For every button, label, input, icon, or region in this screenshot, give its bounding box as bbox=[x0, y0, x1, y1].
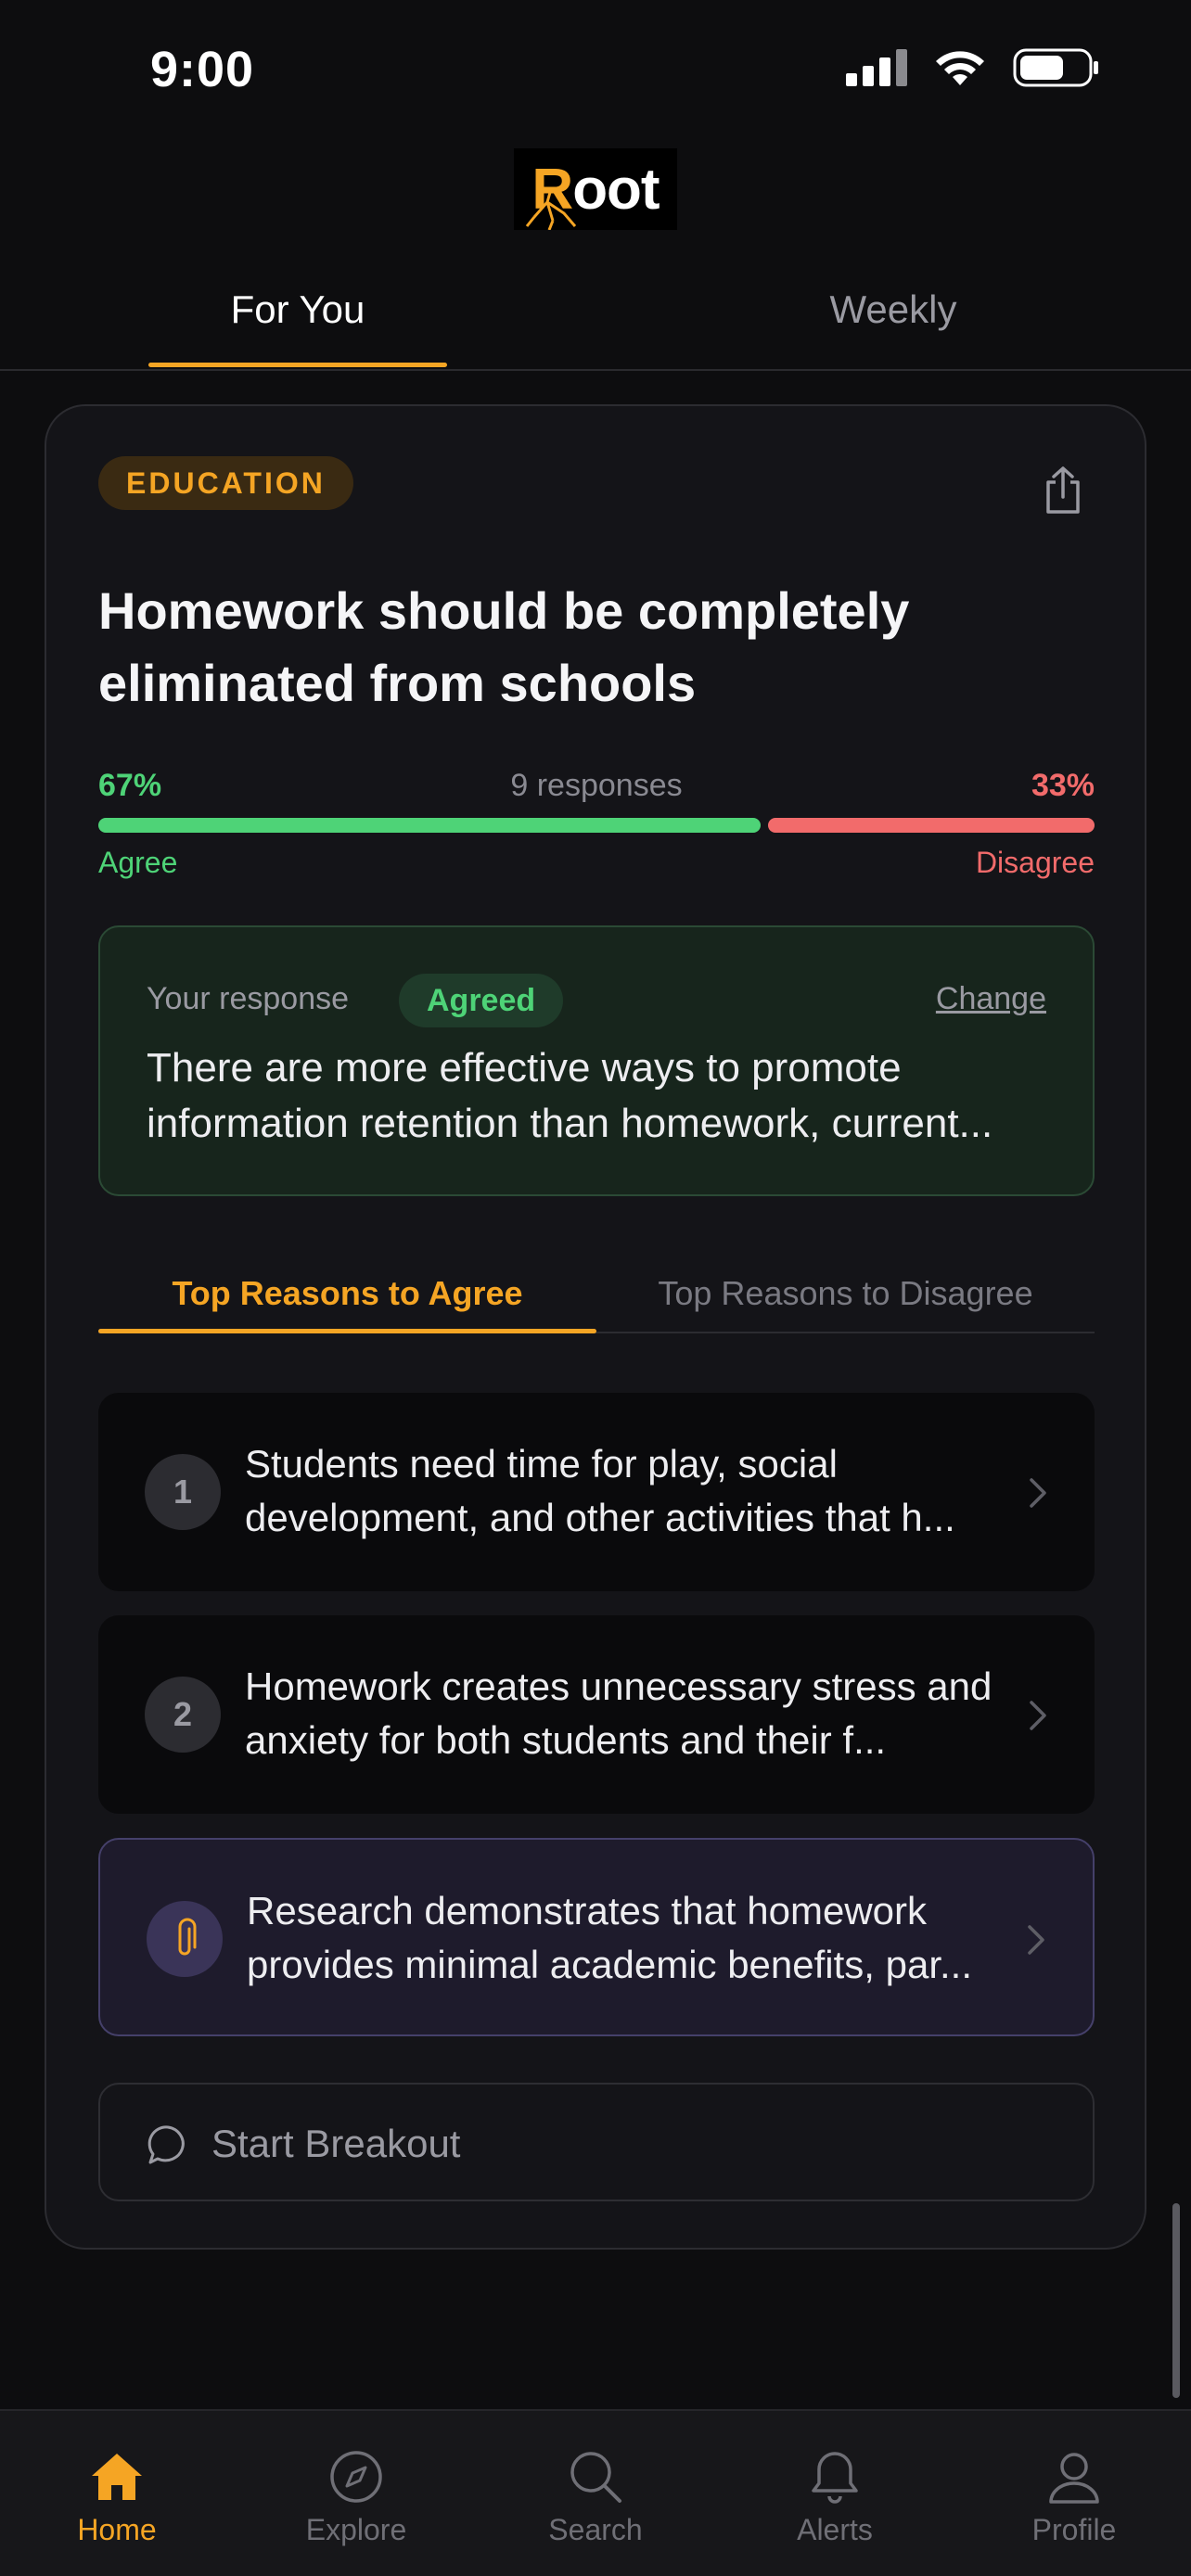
category-badge: EDUCATION bbox=[98, 456, 353, 510]
wifi-icon bbox=[936, 51, 984, 85]
logo-text: oot bbox=[572, 157, 660, 222]
reason-rank: 1 bbox=[145, 1454, 221, 1530]
nav-label: Home bbox=[77, 2513, 157, 2546]
vote-bar bbox=[98, 818, 1095, 833]
vote-percentages: 67% 9 responses 33% bbox=[98, 768, 1095, 810]
response-status-badge: Agreed bbox=[399, 974, 564, 1027]
chevron-right-icon bbox=[1030, 1701, 1046, 1730]
chevron-right-icon bbox=[1030, 1478, 1046, 1508]
reason-item[interactable]: 1 Students need time for play, social de… bbox=[98, 1393, 1095, 1591]
search-icon bbox=[570, 2452, 621, 2503]
chat-bubble-icon bbox=[147, 2125, 185, 2164]
person-icon bbox=[1049, 2453, 1099, 2504]
nav-alerts[interactable]: Alerts bbox=[742, 2448, 928, 2547]
your-response-box[interactable]: Your response Agreed Change There are mo… bbox=[98, 925, 1095, 1196]
reason-tabs: Top Reasons to Agree Top Reasons to Disa… bbox=[98, 1256, 1095, 1333]
signal-icon bbox=[846, 49, 907, 86]
battery-icon bbox=[1013, 48, 1098, 87]
paperclip-icon bbox=[147, 1901, 223, 1977]
chevron-right-icon bbox=[1028, 1925, 1044, 1955]
question-title: Homework should be completely eliminated… bbox=[98, 581, 910, 712]
response-count: 9 responses bbox=[510, 768, 683, 803]
reason-text: Research demonstrates that homework prov… bbox=[247, 1889, 973, 1986]
status-bar: 9:00 bbox=[0, 0, 1191, 139]
status-time: 9:00 bbox=[150, 42, 255, 97]
your-response-text: There are more effective ways to promote… bbox=[147, 1045, 993, 1146]
reason-text: Homework creates unnecessary stress and … bbox=[245, 1664, 992, 1762]
active-tab-indicator bbox=[148, 363, 447, 367]
feed-tabs: For You Weekly bbox=[0, 269, 1191, 371]
nav-label: Profile bbox=[1031, 2513, 1117, 2546]
question-card: EDUCATION Homework should be completely … bbox=[45, 404, 1146, 2250]
home-icon bbox=[92, 2454, 142, 2500]
reason-item-user-source[interactable]: Research demonstrates that homework prov… bbox=[98, 1838, 1095, 2036]
nav-search[interactable]: Search bbox=[503, 2448, 688, 2547]
scrollbar[interactable] bbox=[1172, 2203, 1180, 2398]
share-icon[interactable] bbox=[1041, 465, 1085, 514]
start-breakout-button[interactable]: Start Breakout bbox=[98, 2083, 1095, 2201]
nav-label: Alerts bbox=[797, 2513, 873, 2546]
start-breakout-label: Start Breakout bbox=[211, 2122, 461, 2165]
reason-rank: 2 bbox=[145, 1677, 221, 1753]
reason-item[interactable]: 2 Homework creates unnecessary stress an… bbox=[98, 1615, 1095, 1814]
nav-label: Explore bbox=[305, 2513, 407, 2546]
reason-tab-indicator bbox=[98, 1329, 596, 1333]
bell-icon bbox=[812, 2452, 858, 2504]
disagree-bar bbox=[768, 818, 1095, 833]
nav-explore[interactable]: Explore bbox=[263, 2448, 449, 2547]
your-response-label: Your response bbox=[147, 981, 350, 1016]
tab-for-you[interactable]: For You bbox=[148, 287, 447, 332]
tab-reasons-agree[interactable]: Top Reasons to Agree bbox=[98, 1274, 596, 1313]
nav-home[interactable]: Home bbox=[24, 2448, 210, 2547]
disagree-label: Disagree bbox=[975, 846, 1095, 879]
nav-profile[interactable]: Profile bbox=[981, 2448, 1167, 2547]
reason-text: Students need time for play, social deve… bbox=[245, 1442, 955, 1539]
tab-weekly[interactable]: Weekly bbox=[744, 287, 1043, 332]
bottom-nav: Home Explore Search Alerts Profile bbox=[0, 2409, 1191, 2576]
agree-bar bbox=[98, 818, 762, 833]
nav-label: Search bbox=[548, 2513, 643, 2546]
app-logo: Root bbox=[514, 148, 677, 230]
compass-icon bbox=[330, 2451, 382, 2503]
agree-label: Agree bbox=[98, 846, 178, 879]
change-response-link[interactable]: Change bbox=[936, 981, 1046, 1017]
status-icons bbox=[846, 48, 1100, 87]
tab-reasons-disagree[interactable]: Top Reasons to Disagree bbox=[596, 1274, 1095, 1313]
disagree-percent: 33% bbox=[1031, 768, 1095, 803]
roots-icon bbox=[525, 189, 577, 230]
